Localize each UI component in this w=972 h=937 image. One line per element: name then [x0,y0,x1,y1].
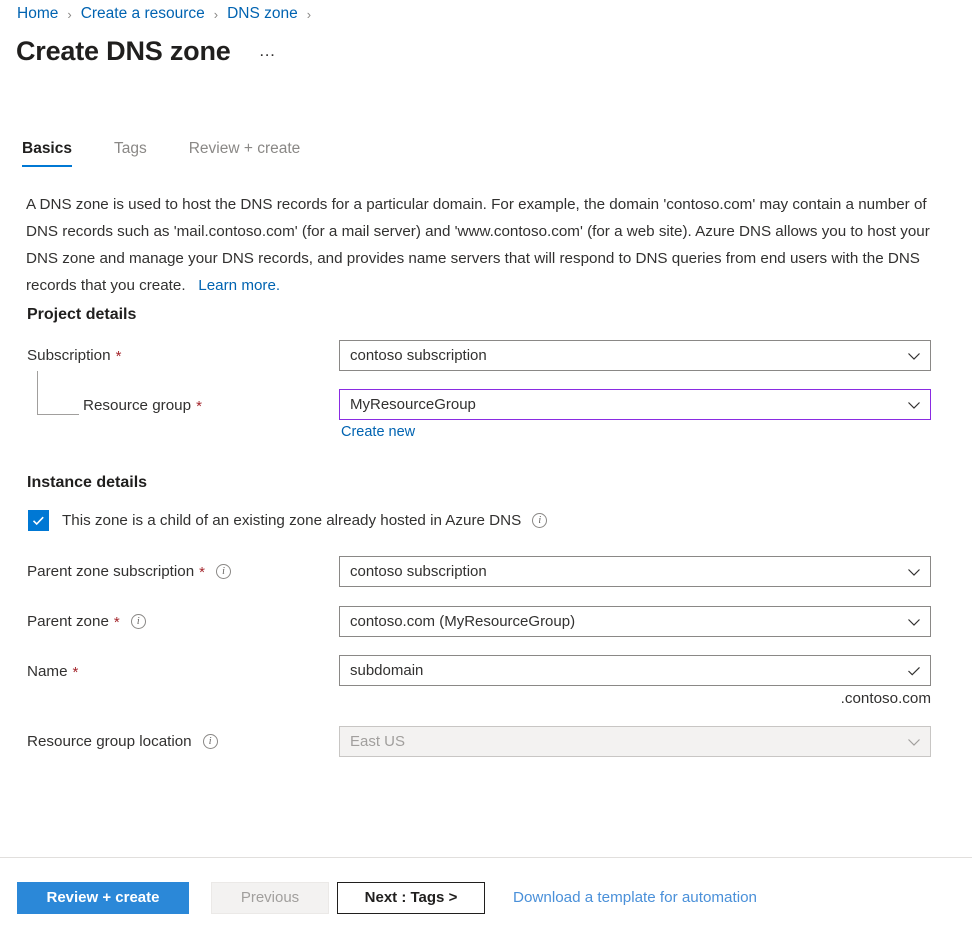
breadcrumb-item-home[interactable]: Home [17,5,58,23]
previous-button[interactable]: Previous [211,881,329,914]
footer-action-bar: Review + create Previous Next : Tags > D… [0,858,972,937]
label-name-text: Name [27,663,68,680]
title-row: Create DNS zone … [16,36,277,67]
label-resource-group: Resource group * [83,397,202,414]
parent-zone-value: contoso.com (MyResourceGroup) [350,613,576,630]
chevron-down-icon [906,734,922,750]
parent-zone-subscription-dropdown[interactable]: contoso subscription [339,556,931,587]
tab-basics[interactable]: Basics [22,140,72,167]
breadcrumb-item-create-a-resource[interactable]: Create a resource [81,5,205,23]
name-input[interactable]: subdomain [339,655,931,686]
child-zone-checkbox[interactable] [28,510,49,531]
chevron-down-icon [906,614,922,630]
resource-group-value: MyResourceGroup [350,396,476,413]
label-resource-group-location: Resource group location i [27,733,218,750]
resource-group-location-value: East US [350,733,406,750]
resource-group-dropdown[interactable]: MyResourceGroup [339,389,931,420]
validation-check-icon [906,663,922,679]
section-heading-instance-details: Instance details [27,474,148,491]
tab-tags[interactable]: Tags [114,140,147,167]
required-indicator: * [196,398,202,415]
child-zone-checkbox-label: This zone is a child of an existing zone… [62,512,522,529]
next-tags-button[interactable]: Next : Tags > [337,881,485,914]
label-parent-zone: Parent zone * i [27,613,146,630]
resource-group-location-dropdown: East US [339,726,931,757]
required-indicator: * [199,564,206,581]
tree-connector [37,371,79,415]
tab-list: Basics Tags Review + create [22,140,342,172]
breadcrumb: Home › Create a resource › DNS zone › [17,3,320,25]
required-indicator: * [113,614,120,631]
tab-review-create[interactable]: Review + create [189,140,301,167]
label-parent-zone-text: Parent zone [27,613,109,630]
subscription-dropdown[interactable]: contoso subscription [339,340,931,371]
breadcrumb-separator-icon: › [67,6,72,22]
breadcrumb-separator-icon: › [213,6,219,22]
description-body: A DNS zone is used to host the DNS recor… [26,196,930,294]
learn-more-link[interactable]: Learn more. [198,277,280,294]
subscription-value: contoso subscription [350,347,487,364]
info-icon[interactable]: i [216,564,232,579]
more-options-icon[interactable]: … [259,41,278,61]
label-parent-zone-subscription-text: Parent zone subscription [27,563,195,580]
breadcrumb-item-dns-zone[interactable]: DNS zone [227,5,298,23]
section-heading-project-details: Project details [27,306,137,323]
download-template-link[interactable]: Download a template for automation [513,889,757,906]
name-value: subdomain [350,662,424,679]
label-resource-group-text: Resource group [83,397,192,414]
chevron-down-icon [906,564,922,580]
label-resource-group-location-text: Resource group location [27,733,192,750]
review-create-button[interactable]: Review + create [17,881,189,914]
label-subscription: Subscription * [27,347,121,364]
info-icon[interactable]: i [130,614,146,629]
page-title: Create DNS zone [16,36,231,66]
child-zone-checkbox-row: This zone is a child of an existing zone… [28,510,548,531]
required-indicator: * [72,664,79,681]
create-new-resource-group-link[interactable]: Create new [341,424,415,440]
name-suffix-label: .contoso.com [840,690,931,707]
parent-zone-dropdown[interactable]: contoso.com (MyResourceGroup) [339,606,931,637]
create-dns-zone-page: Home › Create a resource › DNS zone › Cr… [0,0,972,937]
label-subscription-text: Subscription [27,347,111,364]
chevron-down-icon [906,348,922,364]
info-icon[interactable]: i [532,513,548,528]
chevron-down-icon [906,397,922,413]
info-icon[interactable]: i [202,734,218,749]
required-indicator: * [115,348,122,365]
description-text: A DNS zone is used to host the DNS recor… [26,191,938,299]
breadcrumb-separator-icon: › [306,6,312,22]
label-parent-zone-subscription: Parent zone subscription * i [27,563,232,581]
parent-zone-subscription-value: contoso subscription [350,563,487,580]
label-name: Name * [27,663,78,680]
